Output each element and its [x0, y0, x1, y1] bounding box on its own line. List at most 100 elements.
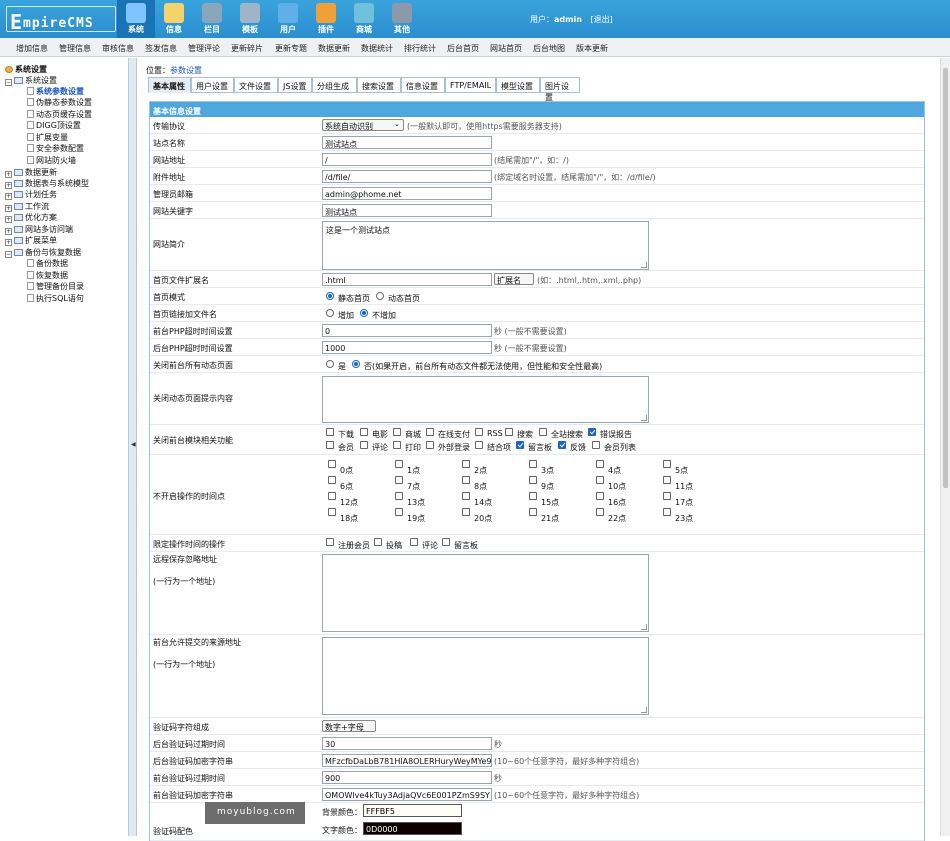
nav-template-window[interactable]: 模板 [231, 0, 269, 38]
submenu-item[interactable]: 版本更新 [576, 43, 608, 54]
checkbox[interactable] [395, 508, 403, 516]
empirecms-logo[interactable]: EmpireCMS [6, 6, 116, 34]
tree-item[interactable]: 伪静态参数设置 [27, 97, 92, 108]
tab-5[interactable]: 搜索设置 [357, 77, 401, 93]
nav-user[interactable]: 用户 [269, 0, 307, 38]
expand-icon[interactable]: + [5, 171, 12, 178]
nav-globe[interactable]: 系统 [117, 0, 155, 38]
scrollbar-thumb[interactable] [943, 68, 948, 488]
tree-item[interactable]: + 网站多访问端 [5, 224, 73, 235]
allowref-textarea[interactable] [322, 637, 649, 715]
expand-icon[interactable]: + [5, 193, 12, 200]
admin-captcha-key-input[interactable]: MFzcfbDaLbB781HlA8OLERHuryWeyMYe9LgO [322, 754, 492, 767]
tree-item[interactable]: 安全参数配置 [27, 143, 84, 154]
collapse-icon[interactable]: − [5, 251, 12, 258]
tab-1[interactable]: 用户设置 [191, 77, 234, 93]
submenu-item[interactable]: 更新专题 [275, 43, 307, 54]
tab-8[interactable]: 模型设置 [496, 77, 540, 93]
tree-item[interactable]: 备份数据 [27, 258, 68, 269]
tab-0[interactable]: 基本属性 [148, 77, 191, 93]
checkbox[interactable] [326, 441, 334, 449]
siteurl-input[interactable]: / [322, 153, 492, 166]
checkbox[interactable] [592, 441, 600, 449]
submenu-item[interactable]: 审核信息 [102, 43, 134, 54]
tree-root[interactable]: 系统设置 [5, 64, 47, 75]
intro-textarea[interactable]: 这是一个测试站点 [322, 221, 649, 270]
checkbox[interactable] [395, 492, 403, 500]
checkbox[interactable] [326, 428, 334, 436]
tree-item[interactable]: 执行SQL语句 [27, 293, 84, 304]
radio-button[interactable] [360, 309, 368, 317]
fg-color-input[interactable]: 0D0000 [363, 822, 462, 835]
fileurl-input[interactable]: /d/file/ [322, 170, 492, 183]
captcha-select[interactable]: 数字+字母 [322, 720, 376, 732]
collapse-icon[interactable]: − [5, 79, 12, 86]
checkbox[interactable] [505, 428, 513, 436]
checkbox[interactable] [475, 441, 483, 449]
checkbox[interactable] [558, 441, 566, 449]
expand-icon[interactable]: + [5, 216, 12, 223]
tree-item[interactable]: 系统参数设置 [27, 86, 84, 97]
tree-item[interactable]: + 优化方案 [5, 212, 57, 223]
checkbox[interactable] [326, 538, 334, 546]
checkbox[interactable] [529, 460, 537, 468]
checkbox[interactable] [663, 492, 671, 500]
collapse-arrow-icon[interactable]: ◀ [131, 441, 136, 448]
keywords-input[interactable]: 测试站点 [322, 204, 492, 217]
checkbox[interactable] [529, 508, 537, 516]
tab-4[interactable]: 分组生成 [312, 77, 357, 93]
submenu-item[interactable]: 网站首页 [490, 43, 522, 54]
checkbox[interactable] [360, 441, 368, 449]
submenu-item[interactable]: 更新碎片 [231, 43, 263, 54]
checkbox[interactable] [663, 508, 671, 516]
checkbox[interactable] [395, 460, 403, 468]
radio-button[interactable] [326, 360, 334, 368]
tree-item[interactable]: 恢复数据 [27, 270, 68, 281]
closemsg-textarea[interactable] [322, 376, 649, 423]
tree-item[interactable]: DIGG顶设置 [27, 120, 81, 131]
tab-6[interactable]: 信息设置 [401, 77, 445, 93]
checkbox[interactable] [426, 441, 434, 449]
nav-document-edit[interactable]: 信息 [155, 0, 193, 38]
submenu-item[interactable]: 数据更新 [318, 43, 350, 54]
vertical-scrollbar[interactable] [940, 58, 950, 836]
nav-gear[interactable]: 其他 [383, 0, 421, 38]
checkbox[interactable] [596, 508, 604, 516]
checkbox[interactable] [442, 538, 450, 546]
expand-icon[interactable]: + [5, 182, 12, 189]
expand-icon[interactable]: + [5, 239, 12, 246]
tree-item[interactable]: + 工作流 [5, 201, 49, 212]
checkbox[interactable] [663, 476, 671, 484]
admin-timeout-input[interactable]: 1000 [322, 341, 492, 354]
panel-splitter[interactable]: ◀ [128, 58, 137, 836]
checkbox[interactable] [596, 492, 604, 500]
captcha-key-input[interactable]: OMOWlve4kTuy3AdjaQVc6E001PZmS9SY [322, 788, 492, 801]
tree-item[interactable]: + 计划任务 [5, 189, 57, 200]
submenu-item[interactable]: 管理评论 [188, 43, 220, 54]
tree-item[interactable]: 管理备份目录 [27, 281, 84, 292]
remote-ignore-textarea[interactable] [322, 554, 649, 632]
bg-color-input[interactable]: FFFBF5 [363, 804, 462, 817]
checkbox[interactable] [462, 492, 470, 500]
tab-7[interactable]: FTP/EMAIL [445, 77, 496, 93]
submenu-item[interactable]: 增加信息 [16, 43, 48, 54]
sitename-input[interactable]: 测试站点 [322, 136, 492, 149]
checkbox[interactable] [529, 476, 537, 484]
checkbox[interactable] [328, 476, 336, 484]
radio-button[interactable] [376, 292, 384, 300]
checkbox[interactable] [393, 441, 401, 449]
checkbox[interactable] [596, 476, 604, 484]
ext-select[interactable]: 扩展名 [494, 273, 534, 285]
checkbox[interactable] [462, 508, 470, 516]
tree-item[interactable]: − 系统设置 [5, 75, 57, 86]
nav-folder[interactable]: 栏目 [193, 0, 231, 38]
checkbox[interactable] [328, 460, 336, 468]
checkbox[interactable] [328, 492, 336, 500]
checkbox[interactable] [374, 538, 382, 546]
submenu-item[interactable]: 管理信息 [59, 43, 91, 54]
submenu-item[interactable]: 后台地图 [533, 43, 565, 54]
breadcrumb-link[interactable]: 参数设置 [170, 66, 202, 75]
submenu-item[interactable]: 后台首页 [447, 43, 479, 54]
checkbox[interactable] [588, 428, 596, 436]
email-input[interactable]: admin@phome.net [322, 187, 492, 200]
